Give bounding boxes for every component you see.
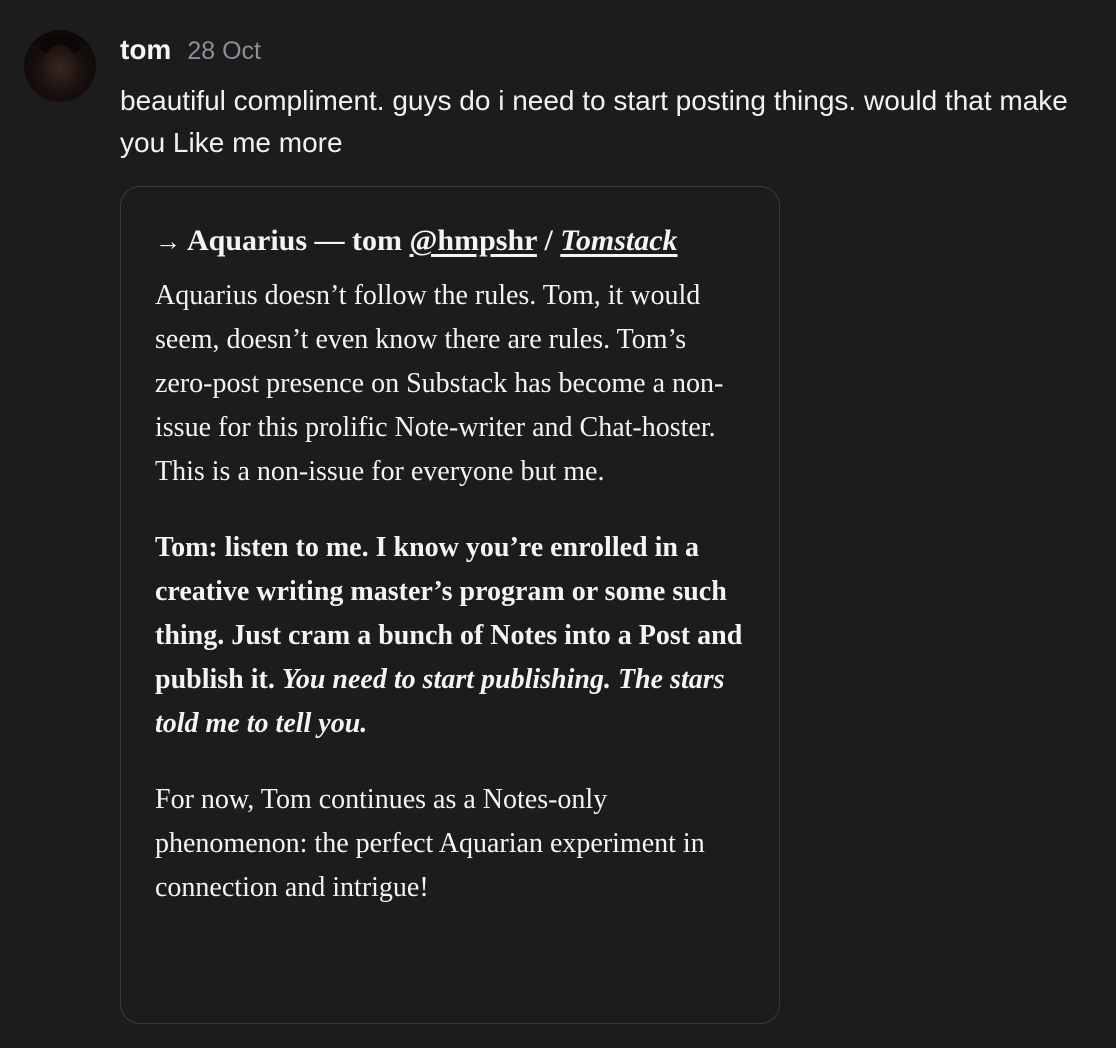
excerpt-paragraph-2: Tom: listen to me. I know you’re enrolle…: [155, 526, 749, 746]
arrow-icon: →: [155, 227, 181, 256]
avatar-face: [44, 44, 76, 88]
publication-link[interactable]: Tomstack: [560, 224, 677, 257]
author-name[interactable]: tom: [120, 34, 171, 66]
quoted-excerpt-card[interactable]: → Aquarius — tom @hmpshr / Tomstack Aquar…: [120, 186, 780, 1024]
comment-text: beautiful compliment. guys do i need to …: [120, 85, 1068, 158]
excerpt-title-prefix: Aquarius — tom: [187, 224, 410, 257]
comment-date[interactable]: 28 Oct: [187, 37, 261, 66]
excerpt-paragraph-3: For now, Tom continues as a Notes-only p…: [155, 784, 705, 903]
avatar[interactable]: [24, 30, 96, 102]
excerpt-paragraph-1: Aquarius doesn’t follow the rules. Tom, …: [155, 280, 724, 487]
comment-header: tom 28 Oct: [120, 34, 261, 66]
title-separator: /: [536, 224, 561, 257]
excerpt-title: → Aquarius — tom @hmpshr / Tomstack: [155, 219, 749, 264]
author-handle-link[interactable]: @hmpshr: [410, 224, 537, 257]
